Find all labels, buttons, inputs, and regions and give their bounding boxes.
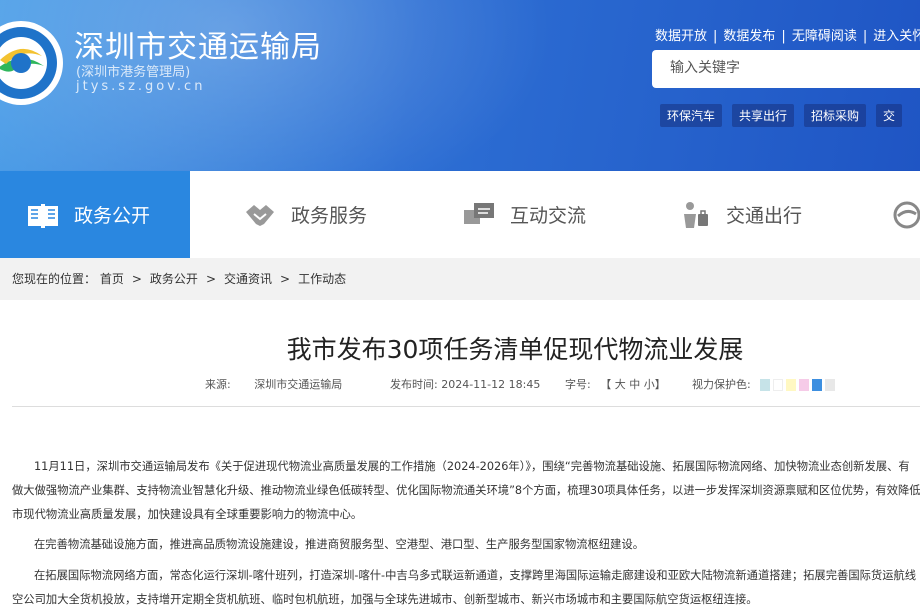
nav-item-more[interactable] bbox=[890, 171, 920, 258]
link-data-release[interactable]: 数据发布 bbox=[723, 29, 775, 44]
site-url: jtys.sz.gov.cn bbox=[76, 79, 206, 94]
nav-item-gov-affairs[interactable]: 政务公开 bbox=[0, 171, 190, 258]
site-title: 深圳市交通运输局 bbox=[74, 30, 322, 65]
breadcrumb-separator: > bbox=[205, 272, 216, 286]
traveler-icon bbox=[684, 201, 708, 228]
swatch-cyan[interactable] bbox=[760, 379, 771, 391]
nav-item-travel[interactable]: 交通出行 bbox=[678, 171, 802, 258]
circle-logo-icon bbox=[893, 201, 920, 228]
article-paragraph: 11月11日，深圳市交通运输局发布《关于促进现代物流业高质量发展的工作措施（20… bbox=[34, 460, 910, 473]
hot-tag-shared-travel[interactable]: 共享出行 bbox=[732, 104, 795, 127]
font-size-control: 字号: 【 大 中 小】 bbox=[565, 376, 666, 392]
search-input[interactable] bbox=[668, 59, 912, 77]
hot-tags: 环保汽车 共享出行 招标采购交 bbox=[660, 104, 912, 127]
link-care-mode[interactable]: 进入关怀版 bbox=[873, 29, 920, 44]
chat-icon bbox=[464, 202, 494, 224]
breadcrumb-separator: > bbox=[280, 272, 291, 286]
swatch-blue[interactable] bbox=[812, 379, 823, 391]
breadcrumb-work-news[interactable]: 工作动态 bbox=[298, 272, 346, 286]
hot-tag-traffic[interactable]: 交 bbox=[876, 104, 903, 127]
link-separator: | bbox=[781, 29, 786, 44]
article-paragraph: 做大做强物流产业集群、支持物流业智慧化升级、推动物流业绿色低碳转型、优化国际物流… bbox=[12, 484, 920, 497]
nav-item-interaction[interactable]: 互动交流 bbox=[462, 171, 586, 258]
swatch-pink[interactable] bbox=[799, 379, 810, 391]
article-title: 我市发布30项任务清单促现代物流业发展 bbox=[286, 335, 744, 364]
handshake-icon bbox=[246, 204, 274, 226]
swatch-yellow[interactable] bbox=[786, 379, 797, 391]
site-subtitle: (深圳市港务管理局) bbox=[76, 65, 191, 80]
font-size-options[interactable]: 【 大 中 小】 bbox=[600, 378, 666, 391]
breadcrumb: 您现在的位置： 首页 > 政务公开 > 交通资讯 > 工作动态 bbox=[0, 258, 920, 300]
article-paragraph: 空公司加大全货机投放，支持增开定期全货机航班、临时包机航班，加强与全球先进城市、… bbox=[12, 593, 758, 606]
hot-tag-procurement[interactable]: 招标采购 bbox=[804, 104, 867, 127]
hot-tag-eco-car[interactable]: 环保汽车 bbox=[660, 104, 723, 127]
nav-label: 交通出行 bbox=[726, 205, 803, 227]
article-paragraph: 在完善物流基础设施方面，推进高品质物流设施建设，推进商贸服务型、空港型、港口型、… bbox=[34, 538, 645, 551]
breadcrumb-gov-affairs[interactable]: 政务公开 bbox=[150, 272, 198, 286]
article-time: 发布时间: 2024-11-12 18:45 bbox=[390, 376, 540, 392]
nav-label: 互动交流 bbox=[510, 205, 587, 227]
article-source: 来源: 深圳市交通运输局 bbox=[205, 376, 342, 392]
breadcrumb-traffic-news[interactable]: 交通资讯 bbox=[224, 272, 272, 286]
bureau-logo-icon[interactable] bbox=[0, 20, 64, 106]
book-icon bbox=[28, 203, 58, 228]
link-data-open[interactable]: 数据开放 bbox=[655, 29, 707, 44]
link-separator: | bbox=[862, 29, 868, 44]
font-label: 字号: bbox=[565, 378, 591, 391]
nav-item-gov-services[interactable]: 政务服务 bbox=[243, 171, 367, 258]
site-header: 深圳市交通运输局 (深圳市港务管理局) jtys.sz.gov.cn 数据开放 |… bbox=[0, 0, 920, 171]
breadcrumb-separator: > bbox=[131, 272, 142, 286]
vision-protection: 视力保护色: bbox=[692, 376, 838, 392]
source-label: 来源: bbox=[205, 378, 231, 391]
nav-label: 政务公开 bbox=[74, 205, 151, 227]
search-box bbox=[652, 50, 920, 88]
breadcrumb-prefix: 您现在的位置： bbox=[12, 272, 97, 286]
vision-swatches bbox=[760, 378, 838, 391]
breadcrumb-home[interactable]: 首页 bbox=[100, 272, 124, 286]
source-value: 深圳市交通运输局 bbox=[254, 378, 343, 391]
top-links: 数据开放 | 数据发布 | 无障碍阅读 | 进入关怀版 bbox=[655, 25, 920, 44]
nav-label: 政务服务 bbox=[291, 205, 368, 227]
time-value: 2024-11-12 18:45 bbox=[441, 378, 541, 391]
link-accessibility[interactable]: 无障碍阅读 bbox=[792, 29, 857, 44]
main-nav: 政务公开 政务服务 互动交流 交通出行 bbox=[0, 171, 920, 258]
time-label: 发布时间: bbox=[390, 378, 438, 391]
title-divider bbox=[12, 406, 920, 407]
swatch-white[interactable] bbox=[773, 379, 784, 391]
article-paragraph: 在拓展国际物流网络方面，常态化运行深圳-喀什班列，打造深圳-喀什-中吉乌多式联运… bbox=[34, 569, 917, 582]
swatch-gray[interactable] bbox=[825, 379, 836, 391]
vision-label: 视力保护色: bbox=[692, 378, 751, 391]
link-separator: | bbox=[713, 29, 718, 44]
article-paragraph: 市现代物流业高质量发展，加快建设具有全球重要影响力的物流中心。 bbox=[12, 508, 363, 521]
